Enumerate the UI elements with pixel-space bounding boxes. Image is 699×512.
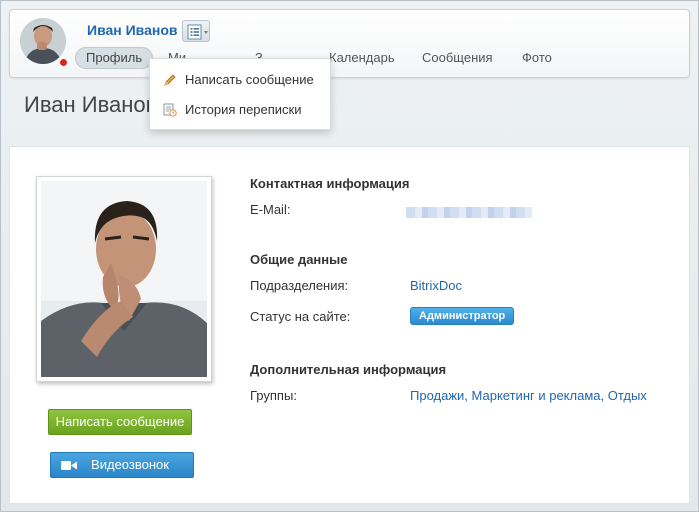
- groups-label: Группы:: [250, 388, 297, 403]
- contact-info-heading: Контактная информация: [250, 176, 410, 191]
- video-camera-icon: [61, 461, 77, 470]
- additional-info-heading: Дополнительная информация: [250, 362, 447, 377]
- department-link[interactable]: BitrixDoc: [410, 278, 462, 293]
- email-label: E-Mail:: [250, 202, 291, 217]
- app-window: Иван Иванов Профиль Ми... З... Календарь…: [0, 0, 699, 512]
- email-value-redacted: [406, 207, 532, 218]
- status-badge: Администратор: [410, 307, 515, 325]
- avatar-image: [20, 18, 66, 64]
- online-status-indicator: [58, 57, 69, 68]
- video-call-label: Видеозвонок: [91, 457, 169, 472]
- menu-item-label: Написать сообщение: [185, 72, 314, 87]
- site-status-label: Статус на сайте:: [250, 309, 351, 324]
- profile-content: Написать сообщение Видеозвонок Контактна…: [9, 146, 690, 504]
- page-title: Иван Иванов: [24, 92, 149, 117]
- actions-menu-button[interactable]: [182, 20, 210, 42]
- send-message-button[interactable]: Написать сообщение: [48, 409, 192, 435]
- profile-header: Иван Иванов Профиль Ми... З... Календарь…: [9, 9, 690, 78]
- pencil-icon: [164, 74, 176, 86]
- list-menu-icon: [187, 24, 208, 40]
- profile-photo[interactable]: [41, 181, 207, 377]
- chevron-down-icon: [204, 31, 208, 34]
- video-call-button[interactable]: Видеозвонок: [50, 452, 194, 478]
- groups-list: Продажи, Маркетинг и реклама, Отдых: [410, 388, 647, 403]
- tab-profile[interactable]: Профиль: [75, 47, 154, 69]
- general-info-heading: Общие данные: [250, 252, 348, 267]
- group-link-leisure[interactable]: Отдых: [608, 388, 647, 403]
- profile-photo-frame: [36, 176, 212, 382]
- avatar[interactable]: [20, 18, 66, 64]
- group-link-marketing[interactable]: Маркетинг и реклама: [472, 388, 601, 403]
- tab-photo[interactable]: Фото: [522, 47, 552, 69]
- actions-dropdown-menu: Написать сообщение История переписки: [149, 58, 331, 130]
- menu-item-message-history[interactable]: История переписки: [150, 95, 330, 125]
- department-label: Подразделения:: [250, 278, 349, 293]
- tab-calendar[interactable]: Календарь: [329, 47, 395, 69]
- menu-item-write-message[interactable]: Написать сообщение: [150, 65, 330, 95]
- menu-item-label: История переписки: [185, 102, 302, 117]
- tab-messages[interactable]: Сообщения: [422, 47, 493, 69]
- user-name[interactable]: Иван Иванов: [87, 22, 178, 38]
- history-icon: [163, 103, 177, 117]
- group-link-sales[interactable]: Продажи: [410, 388, 464, 403]
